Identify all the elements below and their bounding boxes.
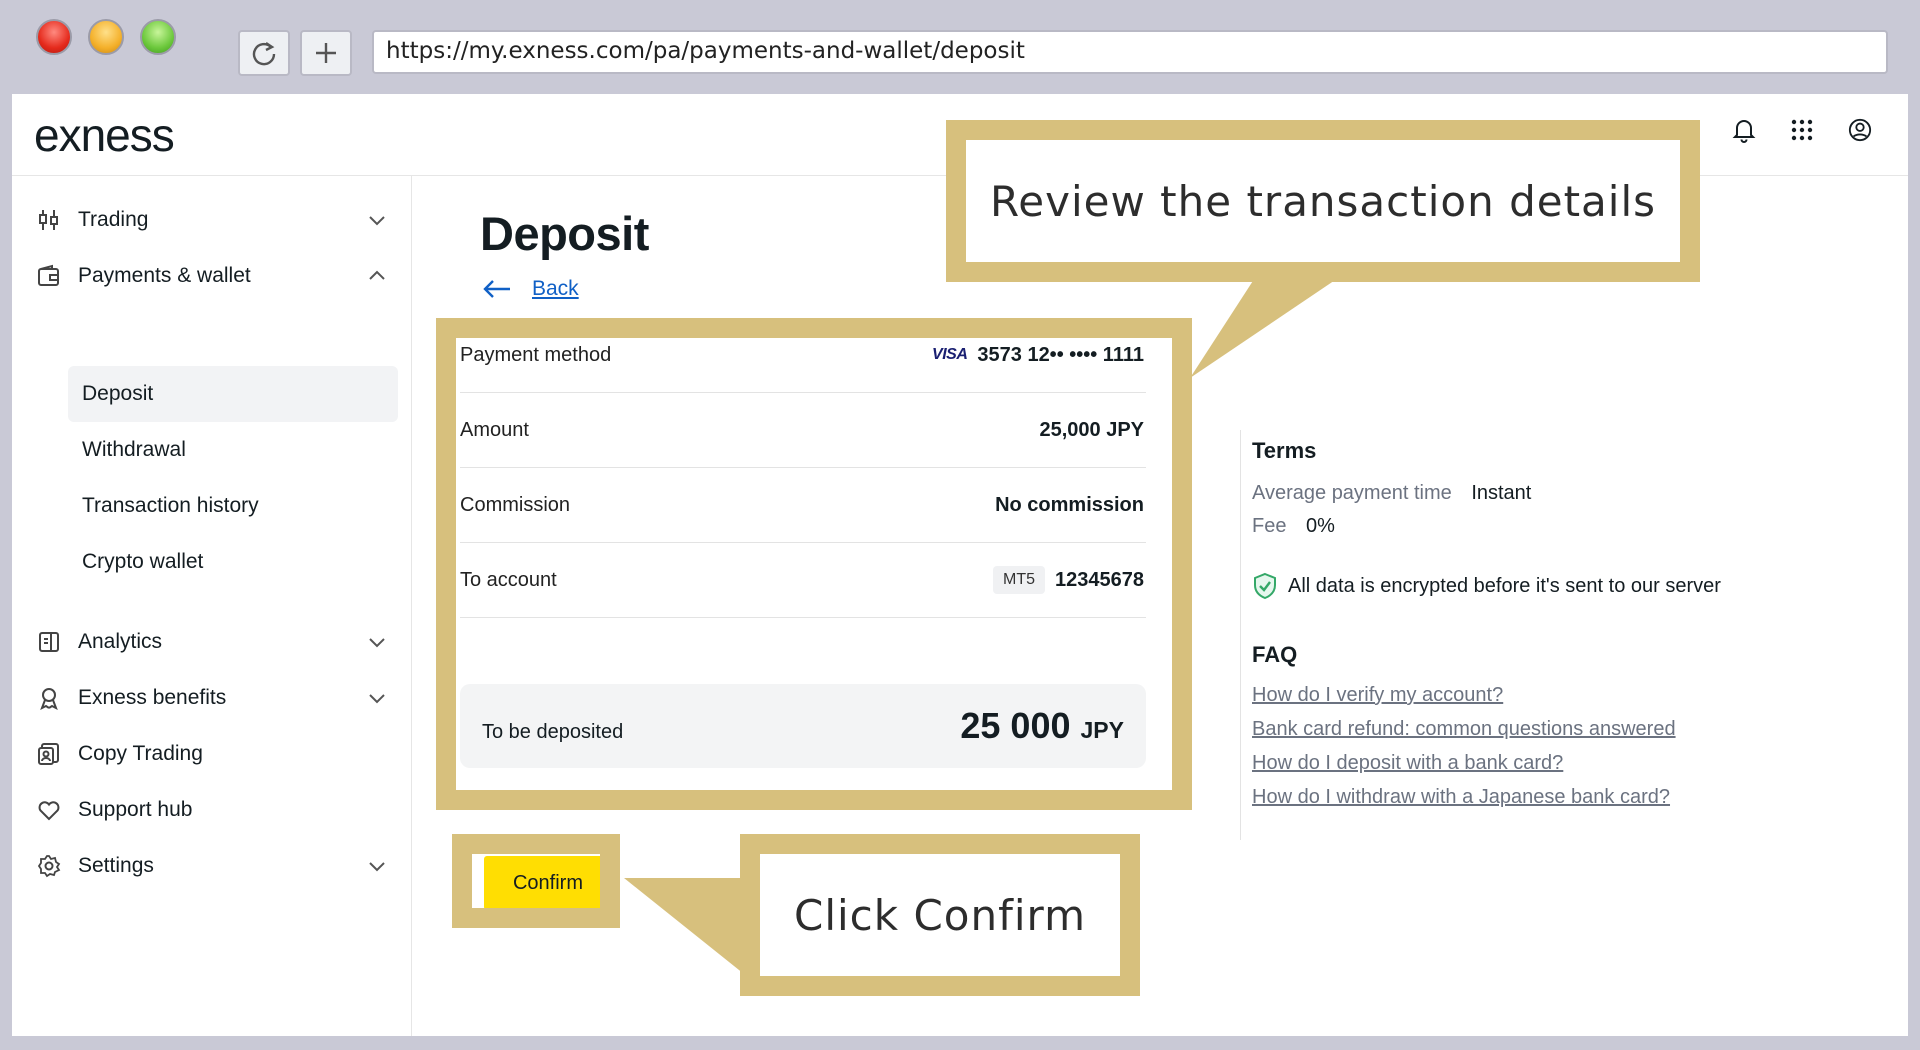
shield-check-icon [1254, 572, 1276, 600]
page-title: Deposit [480, 207, 649, 260]
sidebar-subitem-withdrawal[interactable]: Withdrawal [68, 422, 398, 478]
sidebar-item-payments-wallet[interactable]: Payments & wallet [36, 252, 406, 300]
faq-link-deposit-card[interactable]: How do I deposit with a bank card? [1252, 752, 1812, 775]
terms-panel: Terms Average payment time Instant Fee 0… [1252, 438, 1812, 809]
sidebar-subitem-deposit[interactable]: Deposit [68, 366, 398, 422]
review-callout-pointer [1190, 270, 1350, 378]
terms-title: Terms [1252, 438, 1317, 463]
faq-link-refund[interactable]: Bank card refund: common questions answe… [1252, 718, 1812, 741]
review-callout-text: Review the transaction details [966, 140, 1680, 262]
chevron-down-icon [368, 632, 386, 653]
review-callout: Review the transaction details [946, 120, 1700, 282]
sidebar-item-exness-benefits[interactable]: Exness benefits [36, 674, 406, 722]
apps-grid-icon[interactable] [1790, 118, 1814, 142]
heart-icon [36, 797, 62, 823]
sidebar-item-label: Support hub [78, 798, 193, 821]
sidebar-item-label: Copy Trading [78, 742, 203, 765]
chevron-down-icon [368, 688, 386, 709]
faq-link-verify[interactable]: How do I verify my account? [1252, 684, 1812, 707]
divider [1240, 430, 1241, 840]
maximize-window-button[interactable] [140, 19, 176, 55]
arrow-left-icon [483, 280, 510, 298]
back-label: Back [532, 277, 579, 300]
chevron-up-icon [368, 266, 386, 287]
confirm-highlight-frame [452, 834, 620, 928]
reload-icon [252, 42, 276, 66]
sidebar-item-label: Payments & wallet [78, 264, 251, 287]
sidebar-item-label: Settings [78, 854, 154, 877]
back-link[interactable]: Back [482, 277, 579, 301]
sidebar-subitem-transaction-history[interactable]: Transaction history [68, 478, 398, 534]
close-window-button[interactable] [36, 19, 72, 55]
confirm-callout-text: Click Confirm [760, 854, 1120, 976]
sidebar-item-analytics[interactable]: Analytics [36, 618, 406, 666]
chevron-down-icon [368, 856, 386, 877]
wallet-icon [36, 263, 62, 289]
sidebar-item-support-hub[interactable]: Support hub [36, 786, 406, 834]
fee-label: Fee [1252, 515, 1287, 537]
sidebar-item-trading[interactable]: Trading [36, 196, 406, 244]
candles-icon [36, 207, 62, 233]
reload-button[interactable] [238, 30, 290, 76]
gear-icon [36, 853, 62, 879]
fee-row: Fee 0% [1252, 515, 1812, 538]
security-note: All data is encrypted before it's sent t… [1252, 572, 1812, 600]
header-icons [1732, 118, 1872, 143]
sidebar-item-settings[interactable]: Settings [36, 842, 406, 890]
window-controls [36, 19, 176, 55]
sidebar-item-copy-trading[interactable]: Copy Trading [36, 730, 406, 778]
security-text: All data is encrypted before it's sent t… [1288, 574, 1721, 597]
minimize-window-button[interactable] [88, 19, 124, 55]
copy-trading-icon [36, 741, 62, 767]
sidebar-item-label: Exness benefits [78, 686, 227, 709]
sidebar-item-label: Trading [78, 208, 149, 231]
new-tab-button[interactable] [300, 30, 352, 76]
sidebar-subitem-crypto-wallet[interactable]: Crypto wallet [68, 534, 398, 590]
bell-icon[interactable] [1732, 118, 1756, 143]
sidebar-item-label: Analytics [78, 630, 163, 653]
faq-link-withdraw-japan[interactable]: How do I withdraw with a Japanese bank c… [1252, 786, 1812, 809]
user-circle-icon[interactable] [1848, 118, 1872, 142]
plus-icon [316, 43, 336, 63]
sidebar: Trading Payments & wallet Deposit Withdr… [12, 176, 412, 1036]
exness-logo[interactable]: exness [34, 108, 175, 162]
avg-time-row: Average payment time Instant [1252, 482, 1812, 505]
address-bar[interactable]: https://my.exness.com/pa/payments-and-wa… [372, 30, 1888, 74]
avg-time-label: Average payment time [1252, 482, 1452, 504]
analytics-icon [36, 629, 62, 655]
avg-time-value: Instant [1471, 482, 1532, 504]
faq-title: FAQ [1252, 642, 1298, 667]
fee-value: 0% [1306, 515, 1335, 537]
details-highlight-frame [436, 318, 1192, 810]
chevron-down-icon [368, 210, 386, 231]
award-icon [36, 685, 62, 711]
confirm-callout-pointer [624, 878, 744, 974]
confirm-callout: Click Confirm [740, 834, 1140, 996]
